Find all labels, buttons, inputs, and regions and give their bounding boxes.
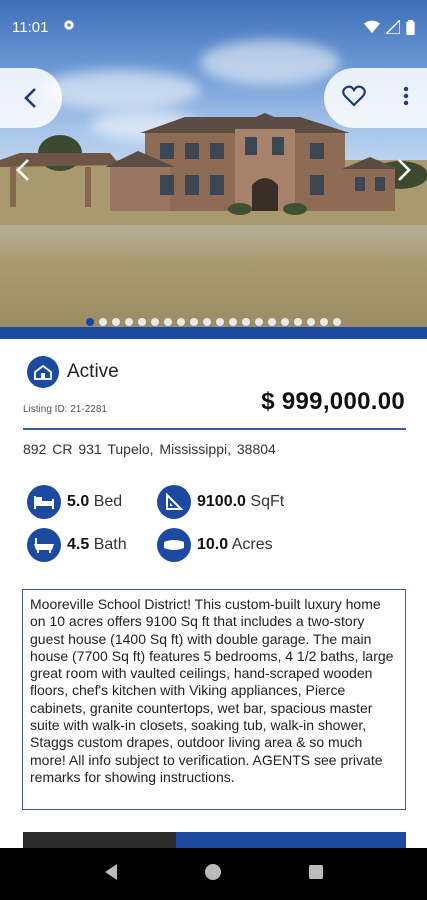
bathtub-icon — [27, 528, 61, 562]
pager-dot[interactable] — [112, 318, 120, 326]
nav-back-button[interactable] — [103, 863, 119, 886]
header-band — [0, 327, 427, 339]
land-icon — [157, 528, 191, 562]
pager-dot[interactable] — [294, 318, 302, 326]
bathrooms-feature: 4.5 Bath — [27, 528, 127, 562]
pager-dot[interactable] — [242, 318, 250, 326]
pager-dot[interactable] — [151, 318, 159, 326]
listing-status: Active — [27, 356, 119, 388]
pager-dot[interactable] — [125, 318, 133, 326]
divider — [23, 428, 406, 430]
set-square-icon — [157, 485, 191, 519]
heart-outline-icon — [342, 85, 367, 107]
acres-text: 10.0 Acres — [197, 536, 273, 553]
pager-dot[interactable] — [255, 318, 263, 326]
pager-dot[interactable] — [190, 318, 198, 326]
acres-feature: 10.0 Acres — [157, 528, 273, 562]
system-navigation-bar — [0, 848, 427, 900]
pager-dot[interactable] — [177, 318, 185, 326]
square-recents-icon — [309, 864, 324, 879]
listing-description: Mooreville School District! This custom-… — [22, 589, 406, 810]
system-icons — [364, 19, 415, 35]
wifi-icon — [364, 20, 380, 33]
pager-dot[interactable] — [86, 318, 94, 326]
cloud — [40, 70, 200, 110]
sqft-feature: 9100.0 SqFt — [157, 485, 284, 519]
pager-dot[interactable] — [138, 318, 146, 326]
status-bar: 11:01 — [0, 0, 427, 54]
clock: 11:01 — [12, 18, 49, 36]
bedrooms-text: 5.0 Bed — [67, 493, 123, 510]
nav-home-button[interactable] — [204, 863, 222, 886]
triangle-back-icon — [104, 863, 117, 880]
battery-icon — [406, 19, 415, 35]
pager-dot[interactable] — [268, 318, 276, 326]
chevron-left-icon — [16, 159, 29, 181]
sqft-text: 9100.0 SqFt — [197, 493, 285, 510]
favorite-button[interactable] — [342, 85, 367, 112]
pager-dot[interactable] — [99, 318, 107, 326]
listing-price: $ 999,000.00 — [261, 388, 405, 415]
pager-dot[interactable] — [307, 318, 315, 326]
status-text: Active — [67, 361, 119, 382]
back-arrow-icon — [24, 88, 36, 108]
pager-dot[interactable] — [216, 318, 224, 326]
pager-dot[interactable] — [229, 318, 237, 326]
chevron-right-icon — [398, 159, 411, 181]
bed-icon — [27, 485, 61, 519]
bathrooms-text: 4.5 Bath — [67, 536, 127, 553]
nav-recents-button[interactable] — [308, 864, 324, 885]
house-icon — [27, 356, 59, 388]
signal-icon — [386, 20, 400, 34]
pager-dot[interactable] — [281, 318, 289, 326]
more-options-button[interactable] — [403, 86, 409, 111]
pager-dot[interactable] — [333, 318, 341, 326]
bedrooms-feature: 5.0 Bed — [27, 485, 122, 519]
listing-address[interactable]: 892 CR 931 Tupelo, Mississippi, 38804 — [23, 441, 276, 457]
pager-dot[interactable] — [164, 318, 172, 326]
pager-dot[interactable] — [320, 318, 328, 326]
circle-home-icon — [205, 863, 222, 880]
more-vertical-icon — [403, 86, 408, 105]
pager-dot[interactable] — [203, 318, 211, 326]
previous-photo-button[interactable] — [10, 155, 36, 185]
back-button[interactable] — [0, 68, 62, 128]
next-photo-button[interactable] — [391, 155, 417, 185]
action-pill — [324, 68, 427, 128]
settings-icon — [62, 18, 76, 36]
listing-id: Listing ID: 21-2281 — [23, 404, 107, 415]
